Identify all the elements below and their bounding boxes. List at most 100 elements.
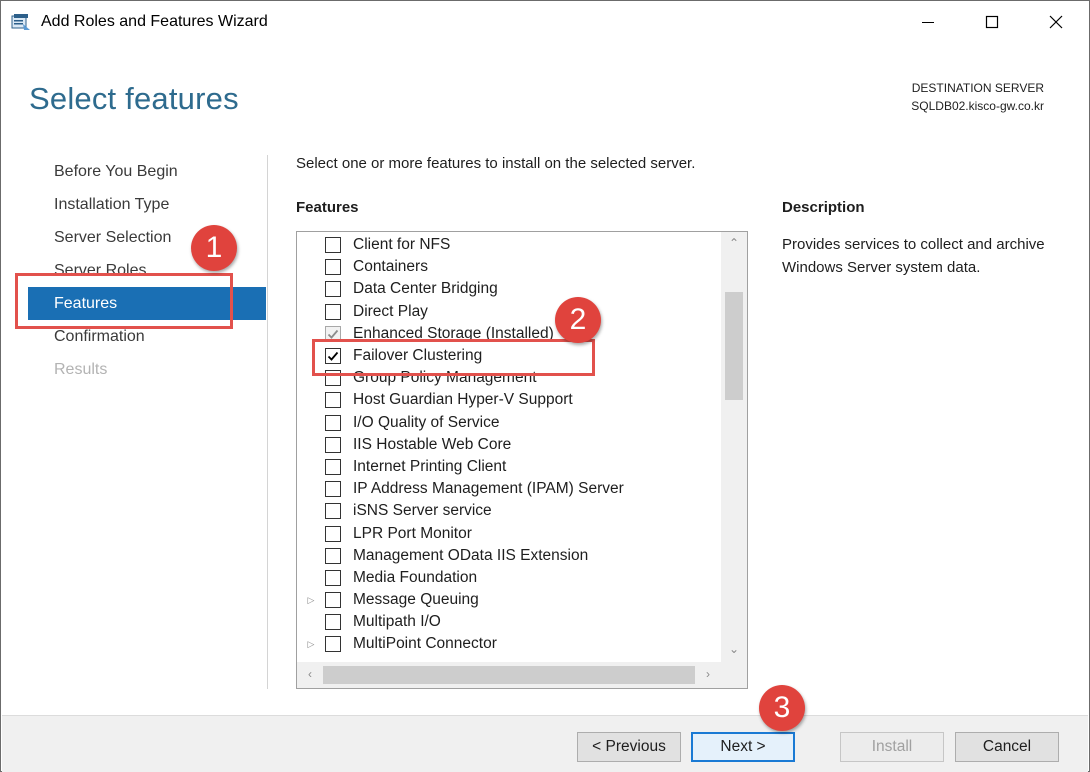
feature-checkbox[interactable] — [325, 237, 341, 254]
close-button[interactable] — [1027, 1, 1085, 43]
feature-label: Client for NFS — [353, 236, 451, 254]
expander-spacer — [297, 500, 325, 522]
expander-spacer — [297, 545, 325, 567]
feature-row[interactable]: I/O Quality of Service — [297, 412, 721, 434]
install-button: Install — [840, 732, 944, 762]
feature-row[interactable]: Media Foundation — [297, 567, 721, 589]
feature-row[interactable]: Host Guardian Hyper-V Support — [297, 389, 721, 411]
expander-spacer — [297, 456, 325, 478]
feature-checkbox[interactable] — [325, 547, 341, 564]
feature-row[interactable]: IP Address Management (IPAM) Server — [297, 478, 721, 500]
feature-row[interactable]: Multipath I/O — [297, 611, 721, 633]
scroll-left-icon[interactable]: ‹ — [297, 667, 323, 681]
feature-row[interactable]: Internet Printing Client — [297, 456, 721, 478]
step-badge-1: 1 — [191, 225, 237, 271]
previous-button[interactable]: < Previous — [577, 732, 681, 762]
feature-row[interactable]: Client for NFS — [297, 234, 721, 256]
feature-checkbox[interactable] — [325, 569, 341, 586]
feature-row[interactable]: Direct Play — [297, 301, 721, 323]
feature-row[interactable]: Data Center Bridging — [297, 278, 721, 300]
feature-label: I/O Quality of Service — [353, 413, 500, 431]
button-bar: < Previous Next > Install Cancel — [2, 715, 1088, 772]
feature-checkbox[interactable] — [325, 259, 341, 276]
maximize-icon — [985, 15, 999, 29]
feature-checkbox[interactable] — [325, 636, 341, 653]
window-title: Add Roles and Features Wizard — [41, 13, 268, 30]
nav-divider — [267, 155, 268, 689]
feature-checkbox[interactable] — [325, 414, 341, 431]
expander-spacer — [297, 234, 325, 256]
feature-checkbox[interactable] — [325, 458, 341, 475]
expander-spacer — [297, 478, 325, 500]
feature-label: LPR Port Monitor — [353, 524, 472, 542]
horizontal-scroll-thumb[interactable] — [323, 666, 695, 684]
scroll-up-icon[interactable]: ⌃ — [721, 236, 747, 250]
feature-label: MultiPoint Connector — [353, 635, 497, 653]
feature-row[interactable]: ▷ Message Queuing — [297, 589, 721, 611]
nav-item-installation-type[interactable]: Installation Type — [28, 188, 266, 221]
wizard-nav: Before You Begin Installation Type Serve… — [28, 155, 266, 386]
feature-label: Host Guardian Hyper-V Support — [353, 391, 573, 409]
expander-spacer — [297, 611, 325, 633]
feature-checkbox[interactable] — [325, 525, 341, 542]
minimize-button[interactable] — [899, 1, 957, 43]
expander-spacer — [297, 389, 325, 411]
step-badge-3: 3 — [759, 685, 805, 731]
feature-row[interactable]: IIS Hostable Web Core — [297, 434, 721, 456]
close-icon — [1049, 15, 1063, 29]
wizard-content: Select features DESTINATION SERVER SQLDB… — [2, 43, 1088, 715]
title-bar[interactable]: Add Roles and Features Wizard — [1, 1, 1089, 43]
feature-checkbox[interactable] — [325, 481, 341, 498]
feature-label: IP Address Management (IPAM) Server — [353, 480, 624, 498]
feature-row[interactable]: ▷ MultiPoint Connector — [297, 633, 721, 655]
feature-row[interactable]: Management OData IIS Extension — [297, 545, 721, 567]
feature-label: iSNS Server service — [353, 502, 492, 520]
feature-label: Containers — [353, 258, 428, 276]
feature-row[interactable]: LPR Port Monitor — [297, 522, 721, 544]
feature-label: Internet Printing Client — [353, 457, 507, 475]
features-list[interactable]: Client for NFS Containers Data Center Brid… — [296, 231, 748, 689]
feature-checkbox[interactable] — [325, 503, 341, 520]
destination-server-label: DESTINATION SERVER — [911, 81, 1044, 95]
cancel-button[interactable]: Cancel — [955, 732, 1059, 762]
expander-spacer — [297, 278, 325, 300]
scroll-right-icon[interactable]: › — [695, 667, 721, 681]
feature-row[interactable]: iSNS Server service — [297, 500, 721, 522]
scrollbar-corner — [721, 662, 747, 688]
expander-spacer — [297, 412, 325, 434]
next-button[interactable]: Next > — [691, 732, 795, 762]
feature-checkbox[interactable] — [325, 592, 341, 609]
expand-arrow-icon[interactable]: ▷ — [297, 633, 325, 655]
feature-checkbox[interactable] — [325, 436, 341, 453]
feature-checkbox[interactable] — [325, 614, 341, 631]
vertical-scrollbar[interactable]: ⌃ ⌄ — [721, 232, 747, 662]
nav-item-before-you-begin[interactable]: Before You Begin — [28, 155, 266, 188]
expand-arrow-icon[interactable]: ▷ — [297, 589, 325, 611]
step-badge-2: 2 — [555, 297, 601, 343]
feature-label: Data Center Bridging — [353, 280, 498, 298]
expander-spacer — [297, 434, 325, 456]
nav-item-results: Results — [54, 361, 108, 378]
expander-spacer — [297, 256, 325, 278]
feature-checkbox[interactable] — [325, 303, 341, 320]
scroll-down-icon[interactable]: ⌄ — [721, 642, 747, 656]
maximize-button[interactable] — [963, 1, 1021, 43]
feature-label: IIS Hostable Web Core — [353, 435, 512, 453]
wizard-app-icon — [11, 14, 30, 30]
expander-spacer — [297, 567, 325, 589]
page-title: Select features — [29, 81, 239, 116]
feature-label: Direct Play — [353, 302, 428, 320]
feature-row[interactable]: Containers — [297, 256, 721, 278]
vertical-scroll-thumb[interactable] — [725, 292, 743, 400]
wizard-window: Add Roles and Features Wizard Select fea… — [0, 0, 1090, 772]
horizontal-scrollbar[interactable]: ‹ › — [297, 662, 747, 688]
feature-checkbox[interactable] — [325, 392, 341, 409]
feature-checkbox[interactable] — [325, 281, 341, 298]
highlight-box-features-nav — [15, 273, 233, 329]
feature-label: Management OData IIS Extension — [353, 546, 589, 564]
features-tree: Client for NFS Containers Data Center Brid… — [297, 234, 721, 656]
destination-server-value: SQLDB02.kisco-gw.co.kr — [911, 99, 1044, 113]
description-heading: Description — [782, 199, 865, 216]
minimize-icon — [922, 22, 934, 23]
expander-spacer — [297, 522, 325, 544]
